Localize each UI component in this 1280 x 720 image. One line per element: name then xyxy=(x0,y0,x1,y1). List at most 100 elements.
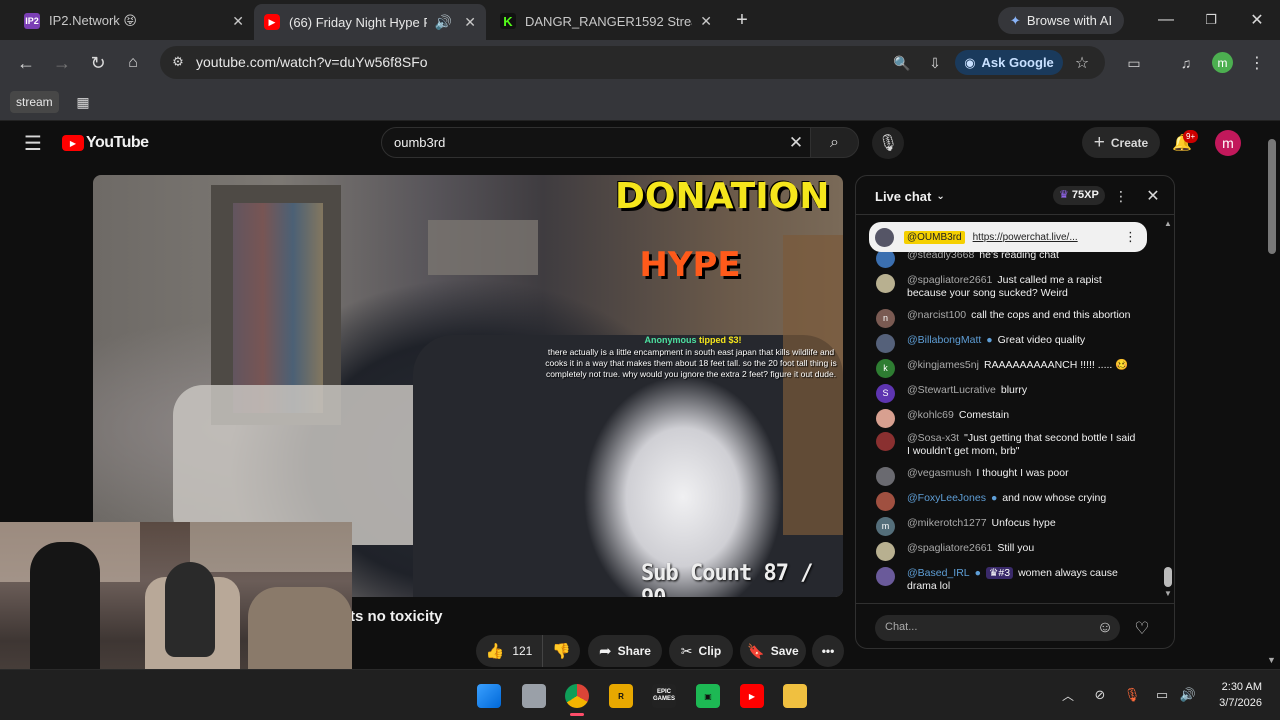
chat-author[interactable]: @Based_IRL xyxy=(907,567,970,579)
chat-author[interactable]: @vegasmush xyxy=(907,467,971,479)
create-button[interactable]: + Create xyxy=(1082,127,1160,158)
chat-author[interactable]: @kohlc69 xyxy=(907,409,954,421)
search-field[interactable]: oumb3rd ✕ xyxy=(381,127,811,158)
pinned-more-icon[interactable]: ⋮ xyxy=(1124,229,1137,245)
share-button[interactable]: ➦ Share xyxy=(588,635,662,667)
chat-author[interactable]: @Sosa-x3t xyxy=(907,432,959,444)
url-text[interactable]: youtube.com/watch?v=duYw56f8SFo xyxy=(196,54,428,70)
tab-youtube[interactable]: ▶ (66) Friday Night Hype Pint 🔊 ✕ xyxy=(254,4,486,40)
task-view-icon[interactable] xyxy=(522,684,546,708)
chat-author[interactable]: @mikerotch1277 xyxy=(907,517,987,529)
restore-icon[interactable]: ❐ xyxy=(1199,8,1223,32)
clip-button[interactable]: ✂ Clip xyxy=(669,635,733,667)
dislike-button[interactable]: 👎 xyxy=(542,635,580,667)
heart-icon[interactable]: ♡ xyxy=(1129,616,1155,642)
close-chat-icon[interactable]: ✕ xyxy=(1141,184,1165,208)
youtube-app-icon[interactable]: ▶ xyxy=(740,684,764,708)
scroll-up-icon[interactable]: ▲ xyxy=(1164,219,1172,228)
chat-author[interactable]: @FoxyLeeJones xyxy=(907,492,986,504)
network-off-icon[interactable]: ⊘ xyxy=(1090,684,1110,706)
apps-grid-icon[interactable]: ▦ xyxy=(72,91,94,113)
home-icon[interactable]: ⌂ xyxy=(121,51,145,75)
user-avatar: k xyxy=(876,359,895,378)
search-button[interactable]: ⌕ xyxy=(810,127,859,158)
crown-icon: ♛ xyxy=(1059,189,1069,201)
clock[interactable]: 2:30 AM 3/7/2026 xyxy=(1206,679,1262,711)
scroll-thumb[interactable] xyxy=(1164,567,1172,587)
browse-with-ai-button[interactable]: ✦ Browse with AI xyxy=(998,7,1124,34)
display-icon[interactable]: ▭ xyxy=(1152,684,1172,706)
page-scroll-down-icon[interactable]: ▼ xyxy=(1267,655,1276,665)
chat-author[interactable]: @BillabongMatt xyxy=(907,334,981,346)
speaker-icon[interactable]: 🔊 xyxy=(435,14,452,31)
microphone-icon[interactable]: 🎙 xyxy=(1122,684,1142,706)
share-label: Share xyxy=(617,644,651,658)
reload-icon[interactable]: ↻ xyxy=(86,51,110,75)
tab-kick[interactable]: K DANGR_RANGER1592 Stream - ✕ xyxy=(490,6,722,36)
more-actions-button[interactable]: ••• xyxy=(812,635,844,667)
file-explorer-icon[interactable] xyxy=(783,684,807,708)
like-button[interactable]: 👍 121 xyxy=(476,635,542,667)
chat-author[interactable]: @StewartLucrative xyxy=(907,384,996,396)
scissors-icon: ✂ xyxy=(680,642,693,659)
epic-games-icon[interactable]: EPIC GAMES xyxy=(652,684,676,708)
rockstar-icon[interactable]: R xyxy=(609,684,633,708)
zoom-icon[interactable]: 🔍 xyxy=(890,51,914,75)
star-icon[interactable]: ☆ xyxy=(1070,51,1094,75)
chevron-down-icon: ⌄ xyxy=(936,191,945,202)
chat-input[interactable]: Chat... ☺ xyxy=(875,615,1120,641)
chat-author[interactable]: @spagliatore2661 xyxy=(907,274,992,286)
clear-search-icon[interactable]: ✕ xyxy=(784,131,808,155)
save-button[interactable]: 🔖 Save xyxy=(740,635,806,667)
chat-author[interactable]: @kingjames5nj xyxy=(907,359,979,371)
pinned-author: @OUMB3rd xyxy=(904,230,965,244)
youtube-logo[interactable]: ▶ YouTube xyxy=(62,134,149,152)
new-tab-button[interactable]: + xyxy=(730,8,754,32)
install-icon[interactable]: ⇩ xyxy=(923,51,947,75)
ask-google-button[interactable]: ◉ Ask Google xyxy=(955,50,1063,75)
search-input[interactable]: oumb3rd xyxy=(394,135,445,150)
site-info-icon[interactable]: ⚙ xyxy=(166,50,190,74)
emoji-icon[interactable]: ☺ xyxy=(1093,616,1117,640)
scroll-down-icon[interactable]: ▼ xyxy=(1164,589,1172,598)
pinned-message[interactable]: @OUMB3rd https://powerchat.live/... ⋮ xyxy=(869,222,1147,252)
voice-search-icon[interactable]: 🎙 xyxy=(872,127,904,159)
omnibox[interactable]: ⚙ youtube.com/watch?v=duYw56f8SFo 🔍 ⇩ ◉ A… xyxy=(160,46,1105,79)
close-icon[interactable]: ✕ xyxy=(464,14,476,31)
chat-author[interactable]: @spagliatore2661 xyxy=(907,542,992,554)
chat-message: @Sosa-x3t "Just getting that second bottl… xyxy=(876,432,1138,457)
chrome-icon[interactable] xyxy=(565,684,589,708)
profile-avatar[interactable]: m xyxy=(1212,52,1233,73)
xp-badge[interactable]: ♛ 75XP xyxy=(1053,186,1105,205)
verified-icon: ● xyxy=(990,492,998,504)
close-icon[interactable]: ✕ xyxy=(232,13,244,30)
chat-mode-dropdown[interactable]: Live chat ⌄ xyxy=(875,189,945,204)
back-icon[interactable]: ← xyxy=(14,51,38,75)
close-window-icon[interactable]: ✕ xyxy=(1245,8,1269,32)
kick-app-icon[interactable]: ▣ xyxy=(696,684,720,708)
chat-scrollbar[interactable]: ▲ ▼ xyxy=(1164,219,1172,599)
pinned-link[interactable]: https://powerchat.live/... xyxy=(973,232,1078,243)
hamburger-menu-icon[interactable]: ☰ xyxy=(20,131,46,155)
chat-text: Comestain xyxy=(958,409,1010,421)
media-icon[interactable]: ♫ xyxy=(1174,51,1198,75)
user-avatar xyxy=(876,274,895,293)
close-icon[interactable]: ✕ xyxy=(700,13,712,30)
page-scrollbar[interactable]: ▼ xyxy=(1266,127,1278,707)
account-avatar[interactable]: m xyxy=(1215,130,1241,156)
user-avatar: n xyxy=(876,309,895,328)
show-hidden-icons-icon[interactable]: ︿ xyxy=(1058,684,1078,706)
tab-ip2[interactable]: IP2 IP2.Network 😝 ✕ xyxy=(14,6,254,36)
forward-icon[interactable]: → xyxy=(50,51,74,75)
chat-more-icon[interactable]: ⋮ xyxy=(1111,184,1131,208)
volume-icon[interactable]: 🔊 xyxy=(1178,684,1198,706)
page-scroll-thumb[interactable] xyxy=(1268,139,1276,254)
start-icon[interactable] xyxy=(477,684,501,708)
like-count: 121 xyxy=(512,644,533,658)
menu-icon[interactable]: ⋮ xyxy=(1245,51,1269,75)
chat-text: Unfocus hype xyxy=(991,517,1056,529)
side-panel-icon[interactable]: ▭ xyxy=(1122,51,1146,75)
bookmark-stream[interactable]: stream xyxy=(10,91,59,113)
minimize-icon[interactable]: — xyxy=(1154,8,1178,32)
chat-author[interactable]: @narcist100 xyxy=(907,309,966,321)
